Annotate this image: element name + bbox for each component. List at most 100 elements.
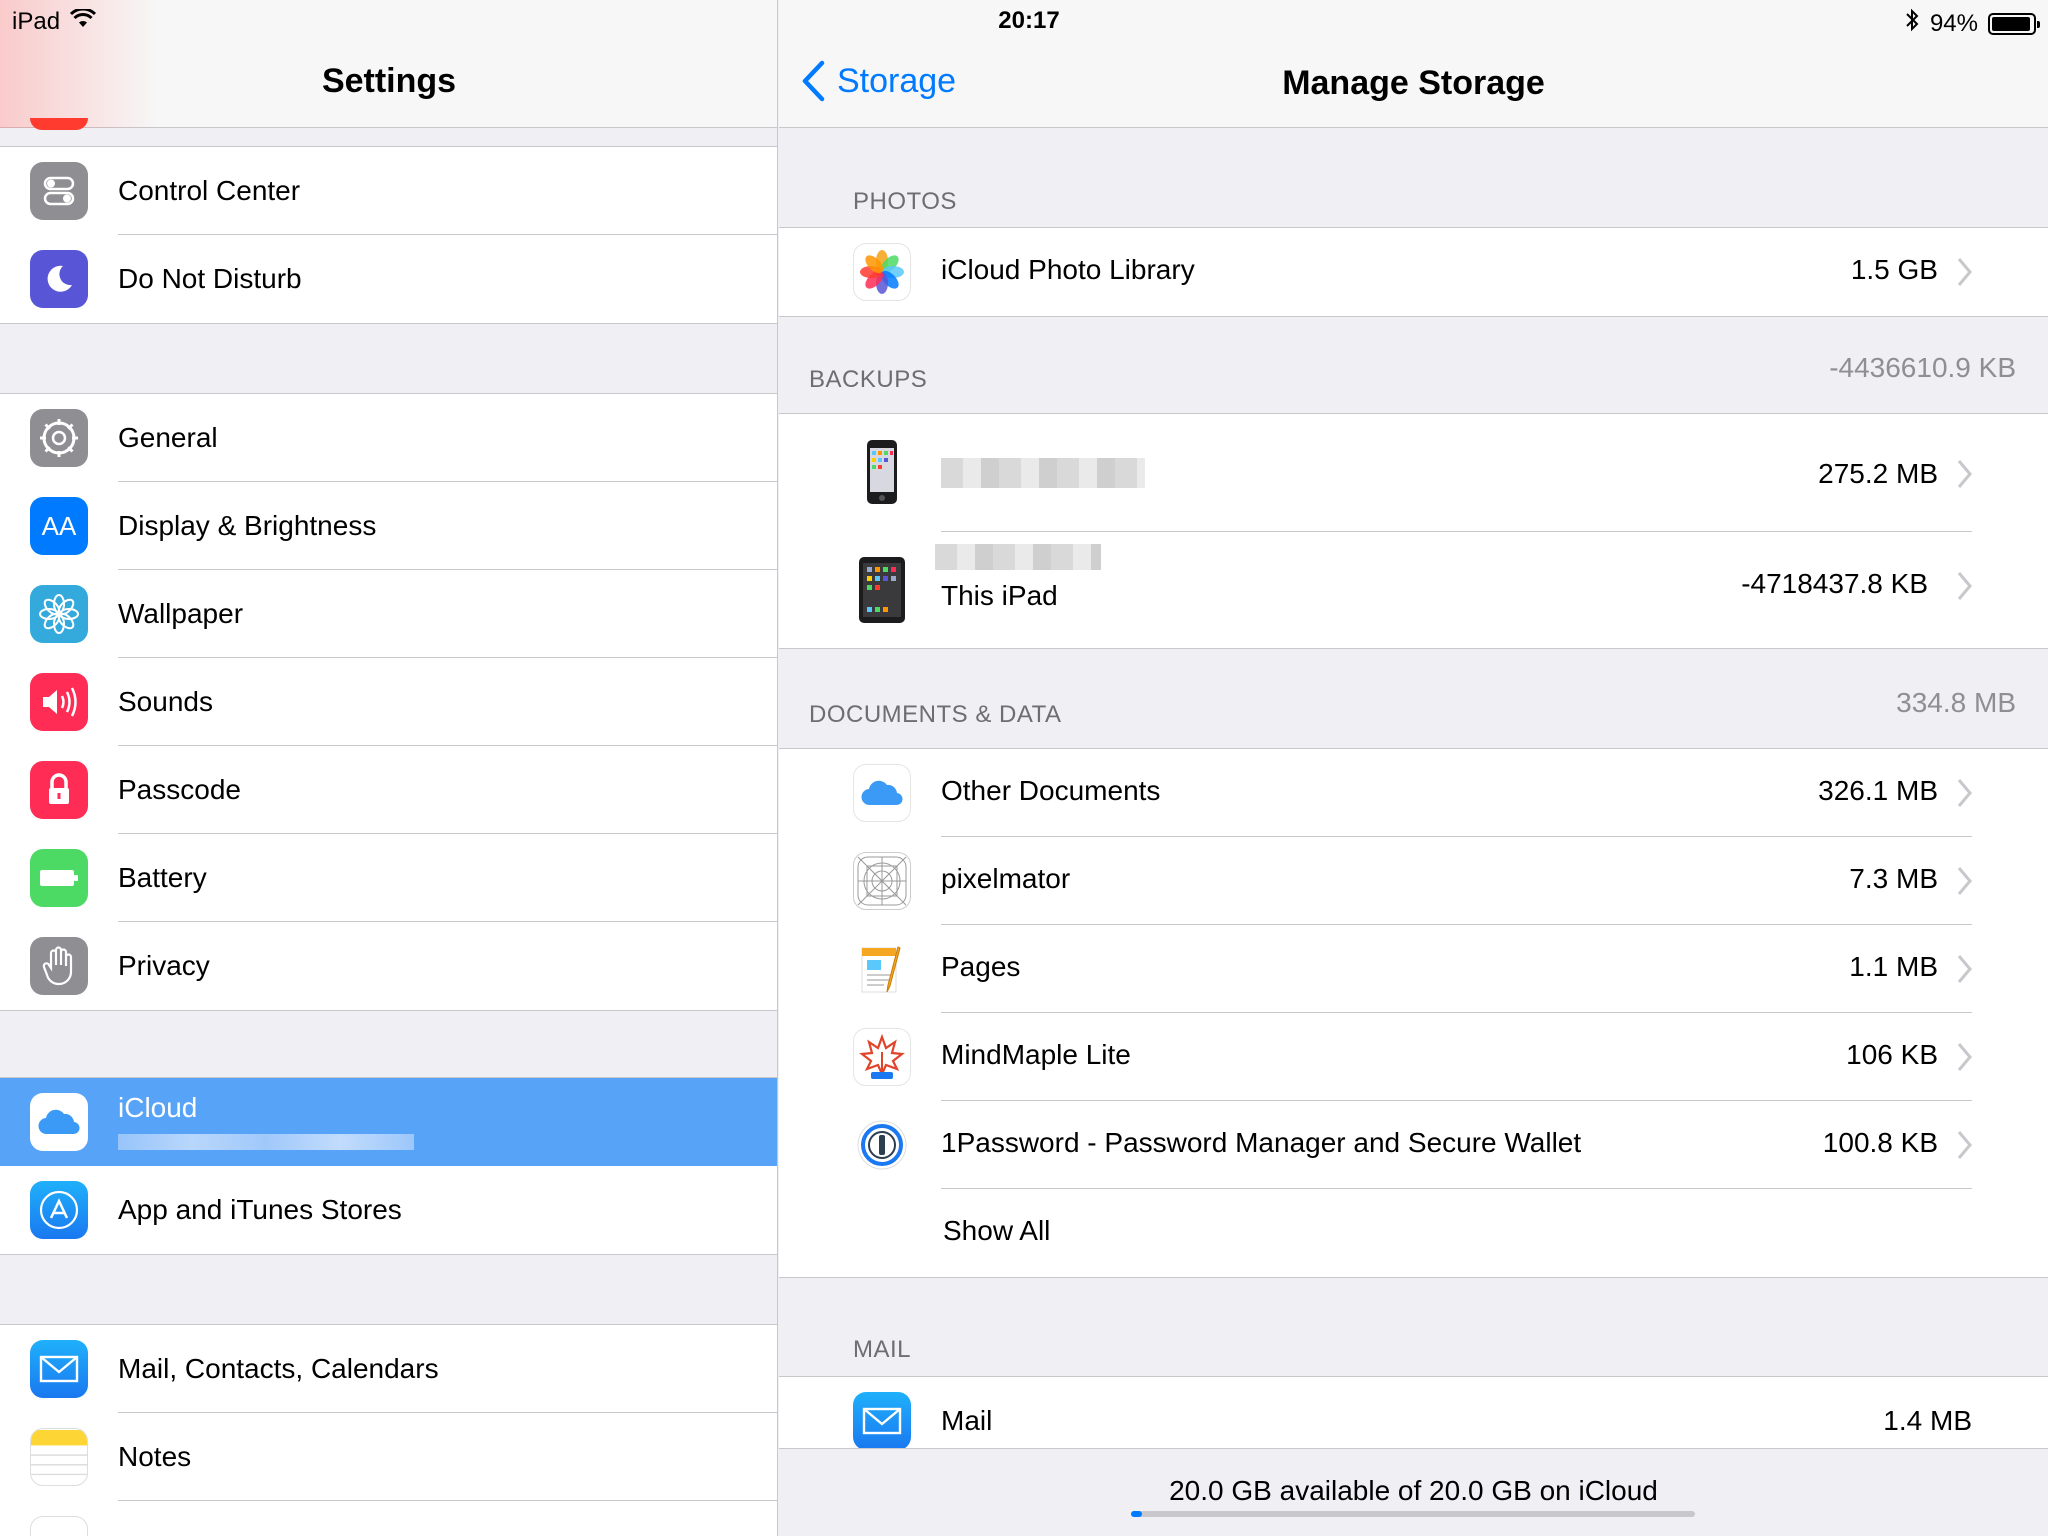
- photos-icon: [853, 243, 911, 301]
- battery-icon: [1988, 12, 2040, 35]
- list-item-iphone-backup[interactable]: 275.2 MB: [779, 414, 2048, 532]
- list-item-this-ipad-backup[interactable]: This iPad -4718437.8 KB: [779, 532, 2048, 648]
- section-header-documents: DOCUMENTS & DATA: [809, 701, 1062, 728]
- settings-group-1: Control Center Do Not Disturb: [0, 146, 777, 324]
- sidebar-item-label: iCloud: [118, 1092, 198, 1123]
- settings-group-4: Mail, Contacts, Calendars Notes: [0, 1324, 777, 1536]
- sidebar-item-label: Passcode: [118, 774, 241, 805]
- flower-icon: [30, 585, 88, 643]
- redacted-account: [118, 1134, 414, 1150]
- section-header-mail: MAIL: [853, 1336, 912, 1363]
- item-label: Pages: [941, 951, 1021, 982]
- status-right: 94%: [1904, 8, 2040, 39]
- sidebar-item-label: General: [118, 422, 218, 453]
- item-label: This iPad: [941, 580, 1058, 611]
- show-all-button[interactable]: Show All: [779, 1189, 2048, 1277]
- sidebar-item-mail-contacts-calendars[interactable]: Mail, Contacts, Calendars: [0, 1325, 777, 1413]
- lock-icon: [30, 761, 88, 819]
- item-size: 100.8 KB: [1822, 1127, 1938, 1158]
- show-all-label: Show All: [943, 1215, 1051, 1246]
- sidebar-item-passcode[interactable]: Passcode: [0, 746, 777, 834]
- list-item-icloud-photo-library[interactable]: iCloud Photo Library 1.5 GB: [779, 228, 2048, 316]
- item-label: Mail: [941, 1405, 993, 1436]
- moon-icon: [30, 250, 88, 308]
- icloud-icon: [30, 1093, 88, 1151]
- item-size: 326.1 MB: [1818, 775, 1938, 806]
- item-label: pixelmator: [941, 863, 1071, 894]
- item-size: 1.5 GB: [1850, 254, 1938, 285]
- storage-footer: 20.0 GB available of 20.0 GB on iCloud: [779, 1448, 2048, 1536]
- sidebar-item-label: Do Not Disturb: [118, 263, 302, 294]
- item-size: -4718437.8 KB: [1741, 568, 1928, 599]
- settings-group-3: iCloud App and iTunes Stores: [0, 1077, 777, 1255]
- item-size: 1.4 MB: [1883, 1405, 1972, 1436]
- sidebar-item-app-itunes-stores[interactable]: App and iTunes Stores: [0, 1166, 777, 1254]
- page-title: Manage Storage: [1282, 64, 1545, 102]
- chevron-right-icon: [1957, 779, 1972, 807]
- clock: 20:17: [998, 7, 1060, 34]
- battery-icon: [30, 849, 88, 907]
- sidebar-item-label: Notes: [118, 1441, 192, 1472]
- cut-off-icon: [30, 118, 88, 130]
- sidebar-item-label: App and iTunes Stores: [118, 1194, 402, 1225]
- hand-icon: [30, 937, 88, 995]
- speaker-icon: [30, 673, 88, 731]
- chevron-right-icon: [1957, 258, 1972, 286]
- chevron-right-icon: [1957, 1131, 1972, 1159]
- sidebar-item-sounds[interactable]: Sounds: [0, 658, 777, 746]
- chevron-right-icon: [1957, 1043, 1972, 1071]
- section-header-backups: BACKUPS: [809, 366, 928, 393]
- notes-icon: [30, 1428, 88, 1486]
- sidebar-item-general[interactable]: General: [0, 394, 777, 482]
- sidebar-item-do-not-disturb[interactable]: Do Not Disturb: [0, 235, 777, 323]
- list-item-pages[interactable]: Pages 1.1 MB: [779, 925, 2048, 1013]
- list-item-pixelmator[interactable]: pixelmator 7.3 MB: [779, 837, 2048, 925]
- item-label: iCloud Photo Library: [941, 254, 1195, 285]
- sidebar-item-privacy[interactable]: Privacy: [0, 922, 777, 1010]
- onepassword-icon: [853, 1116, 911, 1174]
- section-total-backups: -4436610.9 KB: [1829, 352, 2016, 383]
- mail-icon: [853, 1392, 911, 1450]
- battery-percent: 94%: [1929, 9, 1978, 37]
- gear-icon: [30, 409, 88, 467]
- sidebar-item-battery[interactable]: Battery: [0, 834, 777, 922]
- ipad-icon: [853, 554, 911, 626]
- list-item-1password[interactable]: 1Password - Password Manager and Secure …: [779, 1101, 2048, 1189]
- sidebar-item-label: Battery: [118, 862, 207, 893]
- pages-icon: [853, 940, 911, 998]
- manage-storage-pane: Storage Manage Storage PHOTOS iCloud Pho…: [779, 0, 2048, 1536]
- icloud-drive-icon: [853, 764, 911, 822]
- item-label: MindMaple Lite: [941, 1039, 1131, 1070]
- sidebar-item-display-brightness[interactable]: AA Display & Brightness: [0, 482, 777, 570]
- redacted-device-name: [941, 458, 1145, 488]
- sidebar-item-label: Sounds: [118, 686, 213, 717]
- sidebar-item-label: Control Center: [118, 175, 301, 206]
- item-size: 7.3 MB: [1849, 863, 1938, 894]
- list-item-mindmaple-lite[interactable]: MindMaple Lite 106 KB: [779, 1013, 2048, 1101]
- sidebar-item-control-center[interactable]: Control Center: [0, 147, 777, 235]
- chevron-right-icon: [1957, 460, 1972, 488]
- sidebar-item-icloud[interactable]: iCloud: [0, 1078, 777, 1166]
- iphone-icon: [853, 436, 911, 508]
- mail-icon: [30, 1340, 88, 1398]
- sidebar-item-partial[interactable]: [0, 1501, 777, 1536]
- documents-group: Other Documents 326.1 MB pixelmator 7.3 …: [779, 748, 2048, 1278]
- sidebar-item-label: Mail, Contacts, Calendars: [118, 1353, 439, 1384]
- text-size-glyph: AA: [41, 510, 77, 541]
- sidebar-item-notes[interactable]: Notes: [0, 1413, 777, 1501]
- list-item-other-documents[interactable]: Other Documents 326.1 MB: [779, 749, 2048, 837]
- settings-group-2: General AA Display & Brightness Wallpape…: [0, 393, 777, 1011]
- redacted-device-name: [935, 544, 1101, 570]
- sidebar-title: Settings: [321, 62, 457, 100]
- sidebar-item-wallpaper[interactable]: Wallpaper: [0, 570, 777, 658]
- storage-available-text: 20.0 GB available of 20.0 GB on iCloud: [1169, 1475, 1658, 1506]
- bluetooth-icon: [1904, 8, 1920, 39]
- status-bar: iPad 20:17 94%: [0, 0, 2048, 40]
- sidebar-item-label: Wallpaper: [118, 598, 244, 629]
- backups-group: 275.2 MB This iPad -4718437.8 KB: [779, 413, 2048, 649]
- chevron-right-icon: [1957, 955, 1972, 983]
- chevron-right-icon: [1957, 867, 1972, 895]
- control-center-icon: [30, 162, 88, 220]
- reminders-icon: [30, 1516, 88, 1536]
- section-total-documents: 334.8 MB: [1896, 687, 2016, 718]
